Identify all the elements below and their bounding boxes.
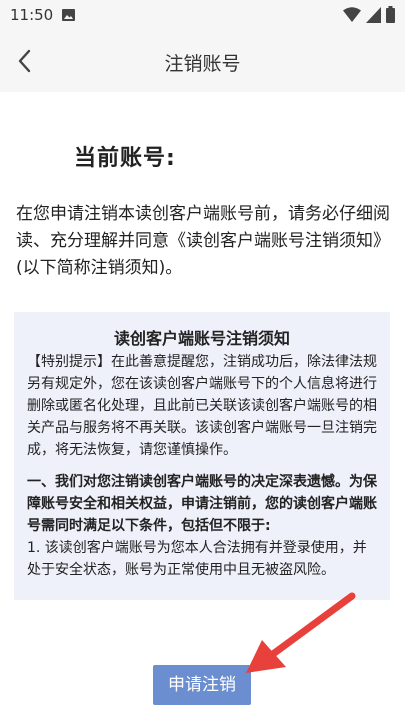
notice-heading: 读创客户端账号注销须知 bbox=[113, 329, 290, 348]
page-title: 注销账号 bbox=[164, 53, 241, 75]
battery-icon bbox=[386, 6, 395, 23]
apply-cancellation-button[interactable]: 申请注销 bbox=[153, 665, 251, 705]
signal-icon bbox=[366, 7, 381, 23]
header: 注销账号 bbox=[0, 30, 405, 92]
notice-section-heading: 一、我们对您注销读创客户端账号的决定深表遗憾。为保障账号安全和相关权益，申请注销… bbox=[27, 474, 377, 534]
notice-list-item: 1. 该读创客户端账号为您本人合法拥有并登录使用，并处于安全状态，账号为正常使用… bbox=[27, 540, 367, 578]
status-bar: 11:50 bbox=[0, 0, 405, 30]
wifi-icon bbox=[343, 7, 361, 22]
status-time: 11:50 bbox=[10, 6, 54, 24]
current-account-title: 当前账号: bbox=[74, 146, 176, 171]
notice-panel[interactable]: 读创客户端账号注销须知 【特别提示】在此善意提醒您，注销成功后，除法律法规另有规… bbox=[14, 312, 390, 600]
photo-icon bbox=[62, 9, 75, 21]
content-area: 当前账号: 在您申请注销本读创客户端账号前，请务必仔细阅读、充分理解并同意《读创… bbox=[0, 92, 405, 720]
notice-paragraph: 【特别提示】在此善意提醒您，注销成功后，除法律法规另有规定外，您在该读创客户端账… bbox=[27, 354, 377, 458]
intro-text: 在您申请注销本读创客户端账号前，请务必仔细阅读、充分理解并同意《读创客户端账号注… bbox=[16, 204, 390, 278]
